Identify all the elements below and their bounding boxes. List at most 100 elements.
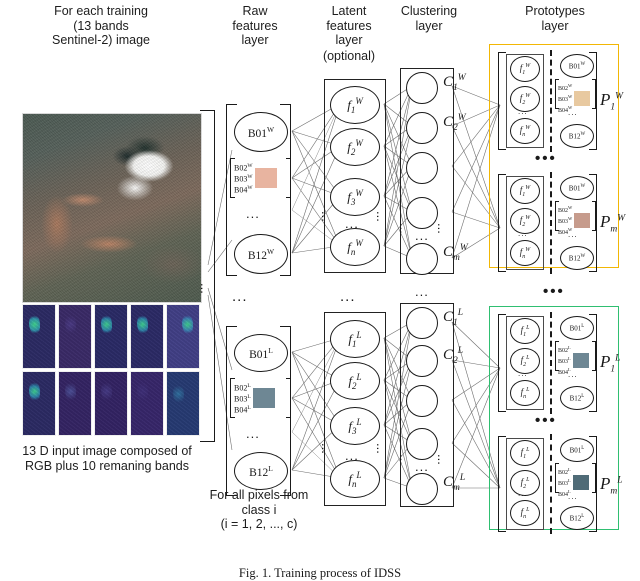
- cluster-l-node-5[interactable]: [406, 473, 438, 505]
- raw-l-node-b01[interactable]: B01L: [234, 334, 288, 372]
- proto-wm-color-swatch: [574, 213, 591, 228]
- raw-w-node-b12-label: B12W: [247, 246, 275, 262]
- raw-w-node-b12[interactable]: B12W: [234, 234, 288, 274]
- class-note-line2: class i: [241, 502, 277, 517]
- raw-l-node-b12-label: B12L: [249, 463, 273, 479]
- raw-w-bandbox-names: B02W B03W B04W: [234, 162, 253, 195]
- proto-w1-node-fn[interactable]: fnW: [510, 118, 540, 144]
- raw-l-band-b02: B02L: [234, 383, 251, 393]
- proto-w1-node-b12[interactable]: B12W: [560, 124, 594, 148]
- latent-l-node-f3[interactable]: f3L: [330, 407, 380, 445]
- figure-caption: Fig. 1. Training process of IDSS: [238, 566, 402, 580]
- class-note-line1: For all pixels from: [209, 488, 309, 502]
- header-input-line3: Sentinel-2) image: [52, 33, 150, 47]
- cluster-w-node-5[interactable]: [406, 243, 438, 275]
- latent-l-node-f1[interactable]: f1L: [330, 320, 380, 358]
- cluster-l-label-c1: C1L: [443, 308, 464, 328]
- header-latent-line2: features: [326, 18, 372, 33]
- latent-w-node-f3[interactable]: f3W: [330, 178, 380, 216]
- latent-l-node-fn[interactable]: fnL: [330, 460, 380, 498]
- band-thumb-4: [130, 304, 164, 369]
- proto-l1-node-b12-label: B12L: [569, 393, 585, 403]
- proto-wm-band-b03: B03W: [558, 216, 573, 225]
- band-thumb-7: [58, 371, 92, 436]
- latent-w-vdots-right: ...: [374, 211, 389, 222]
- raw-w-band-b04: B04W: [234, 184, 253, 195]
- class-note: For all pixels from class i (i = 1, 2, .…: [184, 488, 334, 532]
- cluster-l-label-cm: CmL: [443, 473, 466, 493]
- band-thumbnail-grid: [22, 304, 200, 436]
- proto-wm-node-b01[interactable]: B01W: [560, 176, 594, 200]
- proto-wm-node-b12[interactable]: B12W: [560, 246, 594, 270]
- proto-w1-node-f1[interactable]: f1W: [510, 56, 540, 82]
- proto-lm-node-f1[interactable]: f1L: [510, 440, 540, 466]
- proto-wm-raw-dots: ...: [568, 230, 578, 239]
- proto-l1-bandbox-bracket-left: [555, 341, 559, 371]
- proto-wm-node-fn[interactable]: fnW: [510, 240, 540, 266]
- cluster-w-dots: ...: [415, 228, 429, 243]
- raw-l-bandbox-names: B02L B03L B04L: [234, 382, 251, 415]
- cluster-l-vdots-right: ...: [435, 454, 450, 465]
- latent-w-node-f2[interactable]: f2W: [330, 128, 380, 166]
- header-raw-line2: features: [232, 18, 278, 33]
- proto-l1-latent-dots: ...: [518, 369, 528, 378]
- proto-wm-node-b01-label: B01W: [568, 183, 586, 193]
- input-bracket: [200, 110, 215, 442]
- raw-l-band-b03: B03L: [234, 393, 251, 404]
- band-thumb-3: [94, 304, 128, 369]
- latent-l-vdots-right: ...: [374, 443, 389, 454]
- proto-l1-node-b12[interactable]: B12L: [560, 386, 594, 410]
- latent-l-vdots-left: ...: [319, 443, 334, 454]
- proto-lm-band-b02: B02L: [558, 467, 571, 476]
- band-thumb-5: [166, 304, 200, 369]
- proto-lm-bandbox-bracket-left: [555, 463, 559, 493]
- latent-w-vdots-left: ...: [319, 211, 334, 222]
- proto-l1-node-f1[interactable]: f1L: [510, 318, 540, 344]
- proto-lm-band-b03: B03L: [558, 478, 571, 487]
- proto-lm-node-fn[interactable]: fnL: [510, 500, 540, 526]
- header-clustering-line2: layer: [415, 18, 443, 33]
- proto-lm-node-f2-label: f2L: [520, 476, 530, 490]
- latent-l-dots: ...: [345, 448, 359, 463]
- band-thumb-1: [22, 304, 56, 369]
- proto-l1-label: P1L: [600, 352, 621, 375]
- proto-w1-label: P1W: [600, 90, 624, 113]
- proto-w1-bandbox-bracket-left: [555, 79, 559, 109]
- proto-lm-node-b01[interactable]: B01L: [560, 438, 594, 462]
- proto-w1-raw-dots: ...: [568, 108, 578, 117]
- proto-l1-node-f2-label: f2L: [520, 354, 530, 368]
- proto-w1-node-f2-label: f2W: [519, 92, 531, 106]
- latent-l-node-f2[interactable]: f2L: [330, 362, 380, 400]
- proto-w1-latent-dots: ...: [518, 107, 528, 116]
- proto-l1-node-b01[interactable]: B01L: [560, 316, 594, 340]
- raw-w-bandbox: B02W B03W B04W: [230, 158, 291, 198]
- proto-lm-color-swatch: [572, 475, 589, 490]
- cluster-w-node-1[interactable]: [406, 72, 438, 104]
- proto-wm-node-f1-label: f1W: [519, 184, 531, 198]
- header-raw-features: Raw features layer: [212, 4, 298, 48]
- latent-w-node-fn[interactable]: fnW: [330, 228, 380, 266]
- cluster-w-node-3[interactable]: [406, 152, 438, 184]
- raw-branch-separator-dots: ...: [232, 288, 248, 305]
- raw-l-bandbox-bracket-left: [230, 378, 235, 418]
- raw-l-node-b12[interactable]: B12L: [234, 452, 288, 490]
- proto-lm-label: PmL: [600, 474, 623, 497]
- input-vertical-dots: ...: [198, 283, 213, 294]
- band-thumb-9: [130, 371, 164, 436]
- latent-l-node-f2-label: f2L: [348, 371, 362, 391]
- proto-l1-node-fn[interactable]: fnL: [510, 380, 540, 406]
- raw-w-dots: ...: [246, 206, 260, 221]
- cluster-l-node-1[interactable]: [406, 307, 438, 339]
- header-latent-optional: (optional): [322, 48, 376, 63]
- latent-w-node-f1[interactable]: f1W: [330, 86, 380, 124]
- header-clustering: Clustering layer: [388, 4, 470, 33]
- raw-w-node-b01[interactable]: B01W: [234, 112, 288, 152]
- cluster-l-node-2[interactable]: [406, 345, 438, 377]
- cluster-l-node-3[interactable]: [406, 385, 438, 417]
- raw-w-bandbox-bracket-left: [230, 158, 235, 198]
- proto-lm-node-b12[interactable]: B12L: [560, 506, 594, 530]
- cluster-w-node-2[interactable]: [406, 112, 438, 144]
- proto-w1-node-b01[interactable]: B01W: [560, 54, 594, 78]
- latent-w-node-f1-label: f1W: [347, 95, 363, 115]
- proto-wm-node-f1[interactable]: f1W: [510, 178, 540, 204]
